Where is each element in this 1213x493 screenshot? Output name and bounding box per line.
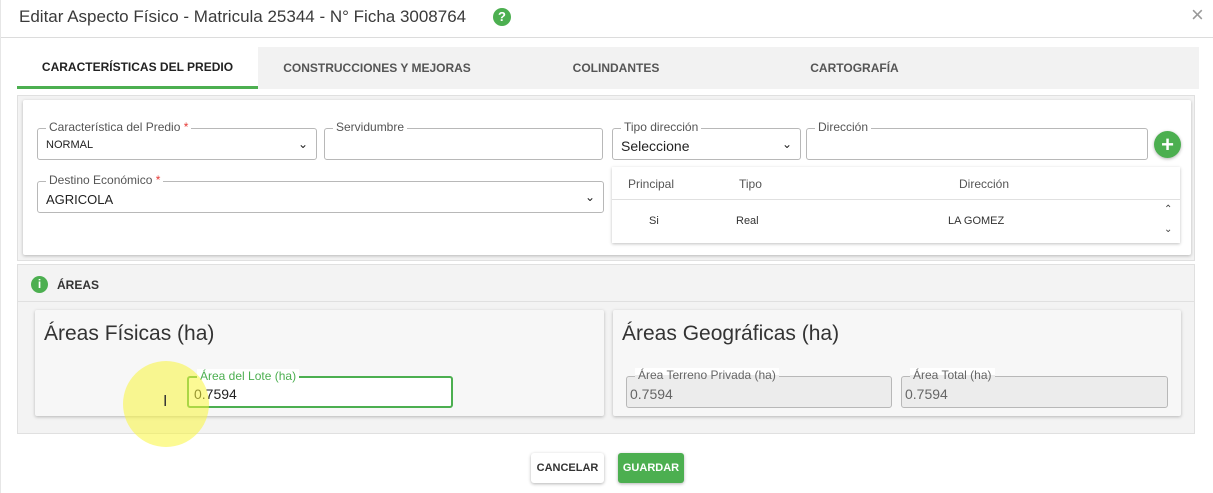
column-direccion: Dirección — [959, 177, 1010, 191]
direccion-label: Dirección — [815, 120, 872, 134]
tab-cartografia[interactable]: CARTOGRAFÍA — [736, 47, 973, 89]
cell-direccion: LA GOMEZ — [948, 215, 1005, 227]
chevron-down-icon: ⌄ — [297, 137, 308, 151]
area-total-value: 0.7594 — [905, 386, 948, 402]
areas-header: i ÁREAS — [17, 266, 1195, 302]
column-principal: Principal — [628, 177, 675, 191]
caracteristica-value: NORMAL — [46, 139, 94, 151]
area-terreno-privada-field: Área Terreno Privada (ha) 0.7594 — [626, 368, 892, 408]
table-header: Principal Tipo Dirección — [612, 167, 1180, 200]
tab-caracteristicas[interactable]: CARACTERÍSTICAS DEL PREDIO — [17, 47, 258, 89]
column-tipo: Tipo — [739, 177, 762, 191]
dialog-title: Editar Aspecto Físico - Matricula 25344 … — [19, 7, 467, 26]
areas-title: ÁREAS — [57, 278, 100, 292]
servidumbre-field[interactable]: Servidumbre — [324, 120, 603, 160]
area-total-field: Área Total (ha) 0.7594 — [901, 368, 1168, 408]
info-icon: i — [31, 276, 48, 293]
tab-construcciones[interactable]: CONSTRUCCIONES Y MEJORAS — [258, 47, 496, 89]
help-icon[interactable]: ? — [493, 8, 511, 26]
close-icon[interactable]: × — [1191, 2, 1204, 28]
chevron-down-icon: ⌄ — [781, 137, 792, 151]
required-mark: * — [155, 173, 161, 187]
area-lote-label: Área del Lote (ha) — [197, 369, 300, 383]
tipo-direccion-select[interactable]: Tipo dirección Seleccione ⌄ — [612, 120, 801, 160]
add-address-button[interactable]: + — [1154, 131, 1181, 158]
destino-select[interactable]: Destino Económico * AGRICOLA ⌄ — [37, 173, 604, 213]
cancel-button[interactable]: CANCELAR — [531, 453, 604, 483]
tipo-direccion-value: Seleccione — [621, 138, 690, 154]
dialog-header: Editar Aspecto Físico - Matricula 25344 … — [1, 0, 1213, 38]
destino-value: AGRICOLA — [46, 192, 114, 207]
destino-label: Destino Económico — [49, 173, 153, 187]
scroll-down-icon[interactable]: ⌄ — [1164, 224, 1172, 235]
direccion-field[interactable]: Dirección — [806, 120, 1148, 160]
required-mark: * — [183, 120, 189, 134]
tipo-direccion-label: Tipo dirección — [621, 120, 702, 134]
cell-principal: Si — [649, 215, 659, 227]
area-terreno-privada-value: 0.7594 — [630, 386, 673, 402]
caracteristica-label: Característica del Predio — [49, 120, 181, 134]
area-terreno-privada-label: Área Terreno Privada (ha) — [635, 368, 779, 382]
cell-tipo: Real — [736, 215, 759, 227]
save-button[interactable]: GUARDAR — [618, 453, 684, 483]
servidumbre-label: Servidumbre — [333, 120, 408, 134]
areas-fisicas-title: Áreas Físicas (ha) — [44, 322, 215, 345]
scroll-up-icon[interactable]: ⌃ — [1164, 204, 1172, 215]
chevron-down-icon: ⌄ — [584, 190, 595, 204]
area-total-label: Área Total (ha) — [910, 368, 995, 382]
address-table: Principal Tipo Dirección Si Real LA GOME… — [612, 167, 1180, 243]
edit-dialog: Editar Aspecto Físico - Matricula 25344 … — [0, 0, 1213, 493]
area-lote-value: 0.7594 — [194, 386, 237, 402]
area-lote-input[interactable]: Área del Lote (ha) 0.7594 — [187, 369, 453, 408]
tab-bar: CARACTERÍSTICAS DEL PREDIO CONSTRUCCIONE… — [17, 47, 1199, 89]
areas-geograficas-title: Áreas Geográficas (ha) — [622, 322, 840, 345]
caracteristica-select[interactable]: Característica del Predio * NORMAL ⌄ — [37, 120, 317, 160]
tab-colindantes[interactable]: COLINDANTES — [496, 47, 736, 89]
